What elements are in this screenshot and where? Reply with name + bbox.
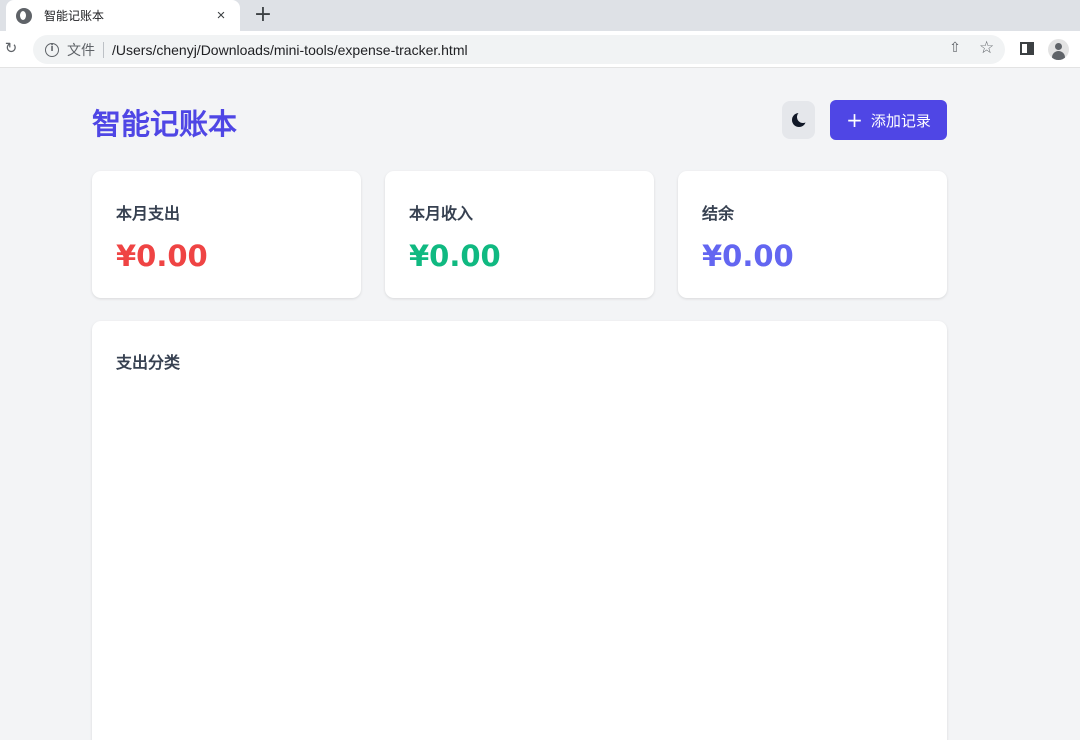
theme-toggle-button[interactable]	[782, 101, 815, 139]
new-tab-button[interactable]: +	[250, 2, 276, 28]
moon-icon	[791, 111, 809, 127]
add-record-button[interactable]: + 添加记录	[830, 100, 947, 140]
expense-card: 本月支出 ¥0.00	[92, 171, 361, 298]
add-record-label: 添加记录	[870, 111, 931, 130]
close-tab-icon[interactable]: ×	[212, 7, 230, 24]
file-scheme-label: 文件	[67, 42, 95, 59]
expense-value: ¥0.00	[116, 239, 208, 273]
category-panel-title: 支出分类	[116, 353, 181, 372]
url-text[interactable]: /Users/chenyj/Downloads/mini-tools/expen…	[112, 42, 468, 58]
share-icon[interactable]: ⇧	[948, 40, 962, 56]
browser-toolbar: ↻ i 文件 /Users/chenyj/Downloads/mini-tool…	[0, 31, 1080, 68]
side-panel-icon[interactable]	[1020, 42, 1034, 55]
address-bar[interactable]: i 文件 /Users/chenyj/Downloads/mini-tools/…	[33, 35, 1005, 64]
reload-icon[interactable]: ↻	[2, 39, 20, 57]
expense-category-panel: 支出分类	[92, 321, 947, 740]
expense-label: 本月支出	[116, 204, 181, 223]
globe-icon	[16, 7, 32, 24]
balance-card: 结余 ¥0.00	[678, 171, 947, 298]
plus-icon: +	[846, 108, 863, 132]
income-value: ¥0.00	[409, 239, 501, 273]
profile-avatar-icon[interactable]	[1048, 39, 1069, 60]
divider	[103, 41, 104, 58]
tab-title: 智能记账本	[44, 9, 105, 23]
balance-value: ¥0.00	[702, 239, 794, 273]
browser-tab-strip: 智能记账本 × +	[0, 0, 1080, 31]
browser-tab[interactable]: 智能记账本 ×	[6, 0, 240, 31]
income-card: 本月收入 ¥0.00	[385, 171, 654, 298]
page-title: 智能记账本	[92, 107, 238, 141]
info-icon[interactable]: i	[45, 42, 59, 57]
balance-label: 结余	[702, 204, 735, 223]
bookmark-star-icon[interactable]: ☆	[979, 38, 994, 58]
income-label: 本月收入	[409, 204, 474, 223]
